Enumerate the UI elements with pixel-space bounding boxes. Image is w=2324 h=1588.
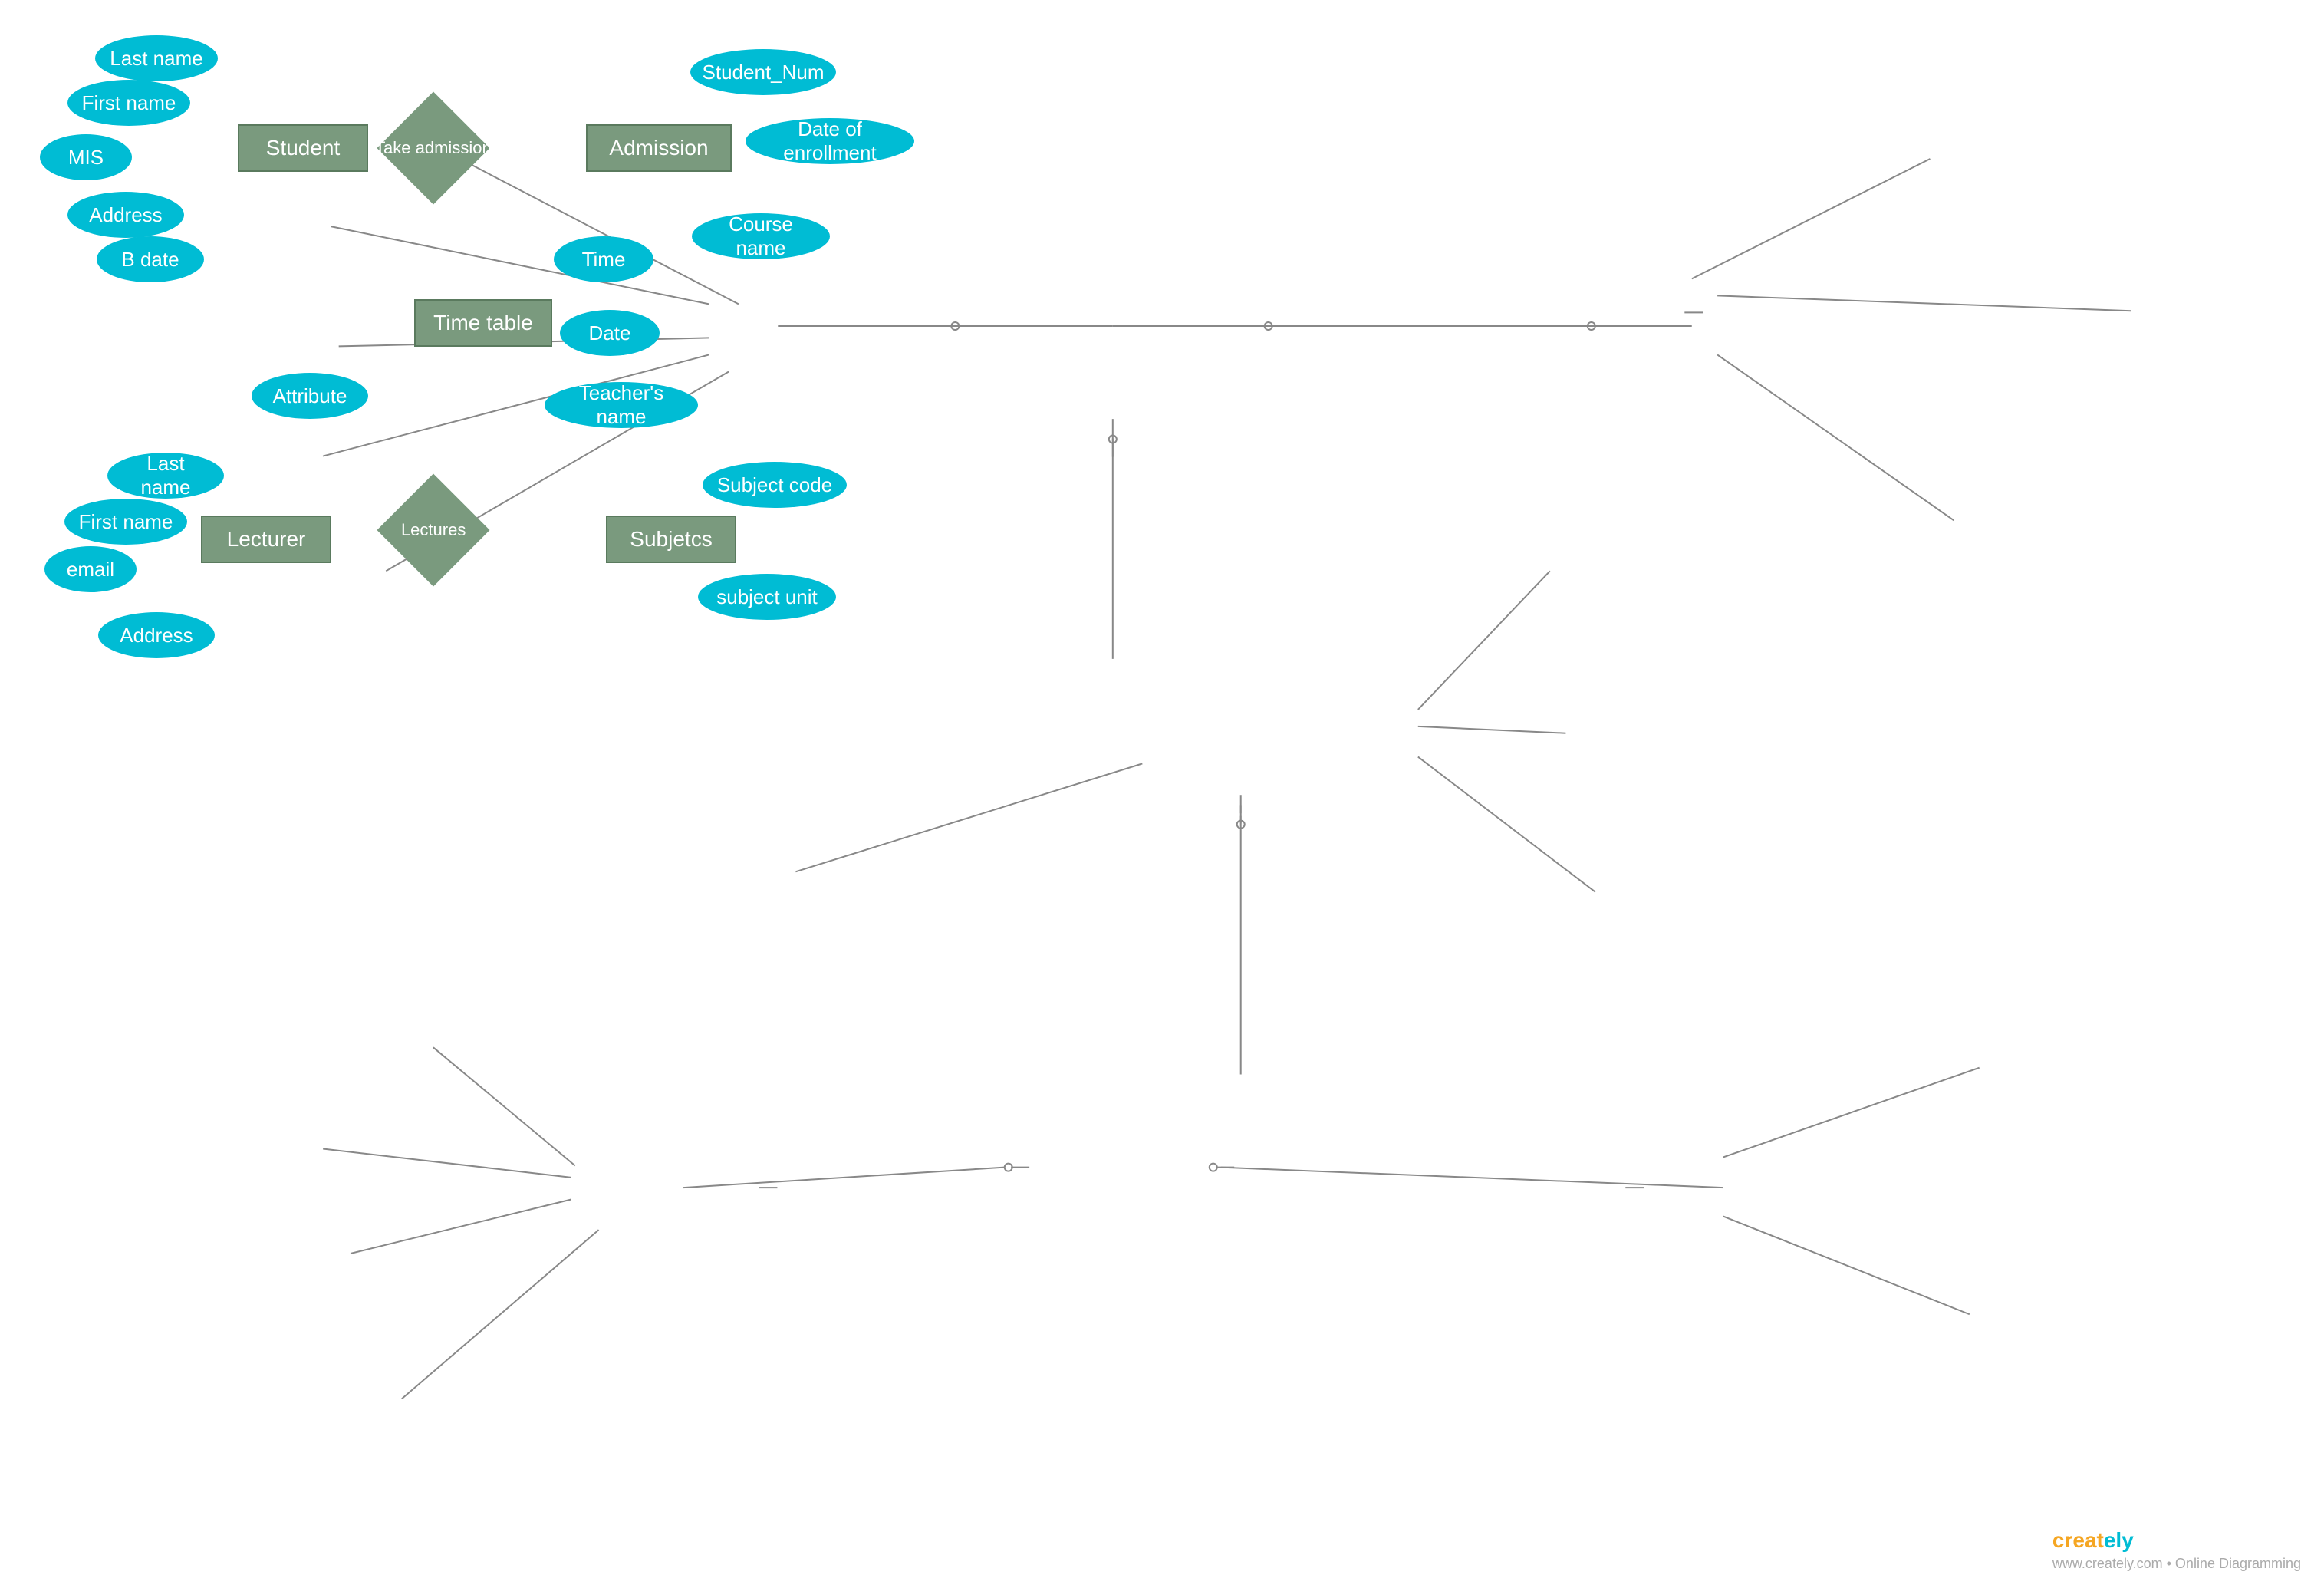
- first-name-l-attr: First name: [64, 499, 187, 545]
- watermark-ly: ely: [2104, 1528, 2134, 1552]
- subject-unit-label: subject unit: [716, 585, 818, 609]
- b-date-attr: B date: [97, 236, 204, 282]
- timetable-entity: Time table: [414, 299, 552, 347]
- lecturer-label: Lecturer: [227, 527, 306, 552]
- time-attr: Time: [554, 236, 653, 282]
- take-admission-diamond: Take admission: [376, 106, 491, 190]
- watermark: creately www.creately.com • Online Diagr…: [2052, 1528, 2301, 1573]
- mis-label: MIS: [68, 146, 104, 170]
- first-name-s-attr: First name: [67, 80, 190, 126]
- timetable-label: Time table: [433, 311, 533, 335]
- subjetcs-entity: Subjetcs: [606, 516, 736, 563]
- date-enrollment-label: Date of enrollment: [759, 117, 900, 165]
- date-enrollment-attr: Date of enrollment: [746, 118, 914, 164]
- b-date-label: B date: [121, 248, 179, 272]
- first-name-s-label: First name: [82, 91, 176, 115]
- subject-unit-attr: subject unit: [698, 574, 836, 620]
- subject-code-label: Subject code: [717, 473, 832, 497]
- lectures-diamond: Lectures: [376, 488, 491, 572]
- teachers-name-label: Teacher's name: [558, 381, 684, 429]
- date-attr: Date: [560, 310, 660, 356]
- student-num-attr: Student_Num: [690, 49, 836, 95]
- take-admission-label: Take admission: [375, 138, 492, 158]
- address-s-label: Address: [89, 203, 162, 227]
- mis-attr: MIS: [40, 134, 132, 180]
- admission-label: Admission: [609, 136, 708, 160]
- first-name-l-label: First name: [79, 510, 173, 534]
- date-label: Date: [589, 321, 631, 345]
- address-l-attr: Address: [98, 612, 215, 658]
- email-label: email: [67, 558, 114, 581]
- admission-entity: Admission: [586, 124, 732, 172]
- lecturer-entity: Lecturer: [201, 516, 331, 563]
- address-s-attr: Address: [67, 192, 184, 238]
- last-name-l-label: Last name: [121, 452, 210, 499]
- student-entity: Student: [238, 124, 368, 172]
- attribute-attr: Attribute: [252, 373, 368, 419]
- address-l-label: Address: [120, 624, 193, 647]
- email-attr: email: [44, 546, 137, 592]
- course-name-attr: Course name: [692, 213, 830, 259]
- time-label: Time: [582, 248, 626, 272]
- last-name-s-attr: Last name: [95, 35, 218, 81]
- teachers-name-attr: Teacher's name: [545, 382, 698, 428]
- subjetcs-label: Subjetcs: [630, 527, 712, 552]
- last-name-s-label: Last name: [110, 47, 202, 71]
- subject-code-attr: Subject code: [703, 462, 847, 508]
- lectures-label: Lectures: [401, 520, 466, 540]
- student-num-label: Student_Num: [703, 61, 825, 84]
- watermark-cr: creat: [2052, 1528, 2104, 1552]
- watermark-sub: www.creately.com • Online Diagramming: [2052, 1556, 2301, 1571]
- attribute-label: Attribute: [273, 384, 347, 408]
- last-name-l-attr: Last name: [107, 453, 224, 499]
- student-label: Student: [266, 136, 341, 160]
- course-name-label: Course name: [706, 213, 816, 260]
